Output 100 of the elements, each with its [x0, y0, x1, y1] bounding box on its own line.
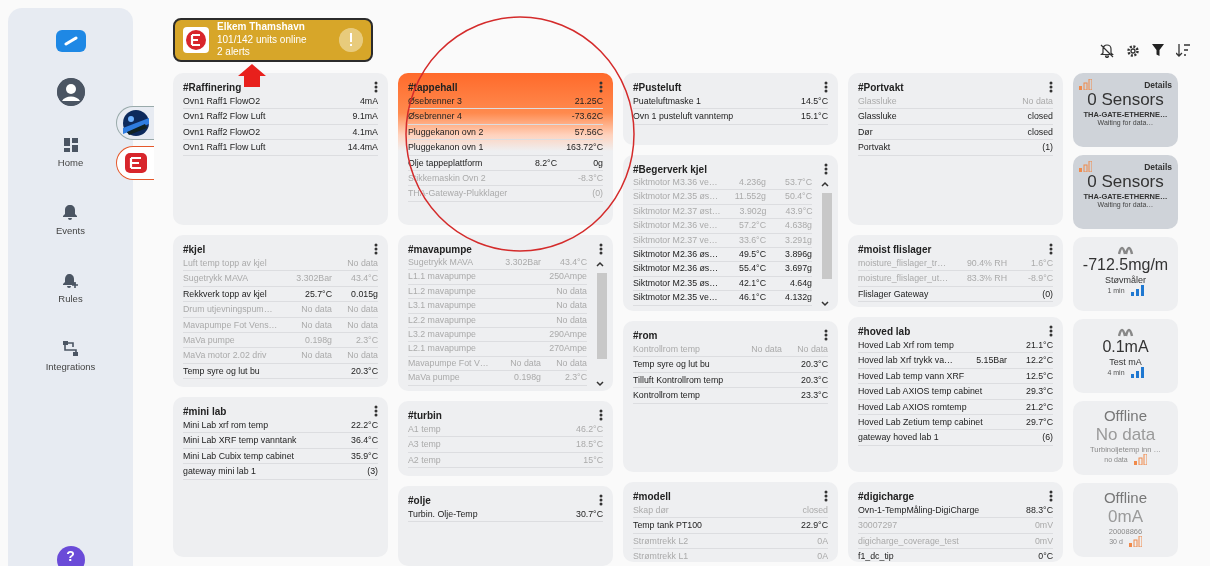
nav-item[interactable]: Home: [57, 138, 84, 168]
card-title: #hoved lab: [858, 325, 911, 337]
more-icon[interactable]: [824, 490, 828, 502]
sensor-count: 0 Sensors: [1087, 90, 1164, 110]
more-icon[interactable]: [599, 81, 603, 93]
scrollbar[interactable]: [597, 273, 607, 359]
more-icon[interactable]: [1049, 325, 1053, 337]
more-icon[interactable]: [599, 409, 603, 421]
details-link[interactable]: Details: [1144, 79, 1172, 90]
details-link[interactable]: Details: [1144, 161, 1172, 172]
app-logo[interactable]: [55, 30, 86, 52]
sensor-value: 0mV: [1033, 534, 1053, 548]
help-button[interactable]: ?: [56, 546, 85, 566]
sensor-name: Sugetrykk MAVA: [408, 256, 475, 269]
sensor-value: No data: [346, 257, 378, 270]
sensor-value: 53.7°C: [784, 176, 812, 189]
card-title: #digicharge: [858, 490, 915, 502]
more-icon[interactable]: [374, 405, 378, 417]
card-title: #olje: [408, 494, 431, 506]
chevron-down-icon[interactable]: [596, 380, 604, 387]
nav-item[interactable]: Events: [55, 205, 85, 236]
sensor-value: 20.3°C: [800, 373, 828, 387]
sensor-value: 2.3°C: [563, 371, 587, 385]
more-icon[interactable]: [824, 81, 828, 93]
sensor-value: 50.4°C: [784, 190, 812, 204]
sensor-name: Temp syre og lut bu: [633, 358, 711, 372]
sensor-value: No data: [796, 343, 828, 356]
sensor-value: 0.198g: [304, 334, 332, 348]
more-icon[interactable]: [1049, 243, 1053, 255]
nav-item[interactable]: Rules: [58, 273, 83, 304]
avatar-icon[interactable]: [56, 78, 85, 106]
sensor-value: 43.4°C: [559, 256, 587, 269]
sensor-name: Støvmåler: [1105, 275, 1146, 285]
units-online: 101/142 units online: [217, 33, 308, 47]
filter-icon[interactable]: [1152, 44, 1164, 57]
sensor-name: Hoved Lab AXIOS temp cabinet: [858, 385, 984, 399]
card-title: #Pusteluft: [633, 81, 682, 93]
sensor-name: Mavapumpe Fot V…: [408, 356, 490, 370]
sensor-name: Mini Lab xrf rom temp: [183, 419, 270, 432]
chevron-up-icon[interactable]: [821, 181, 829, 187]
more-icon[interactable]: [374, 81, 378, 93]
sensor-name: Ovn-1-TempMåling-DigiCharge: [858, 504, 981, 517]
sensor-name: Temp tank PT100: [633, 519, 703, 533]
sensor-value: 4.1mA: [351, 125, 378, 139]
more-icon[interactable]: [374, 243, 378, 255]
sensor-name: L1.2 mavapumpe: [408, 284, 477, 298]
chevron-up-icon[interactable]: [596, 261, 604, 267]
sensor-name: Strømtrekk L2: [633, 534, 690, 548]
sensor-name: L2.2 mavapumpe: [408, 313, 477, 327]
sensor-value: 88.3°C: [1025, 504, 1053, 517]
sensor-name: Puateluftmaske 1: [633, 95, 702, 108]
sensor-value: 57.56C: [573, 125, 603, 139]
card-title: #turbin: [408, 409, 442, 421]
sensor-value: 3.902g: [738, 204, 767, 218]
sensor-value: (1): [1041, 141, 1053, 155]
nav-item[interactable]: Integrations: [45, 341, 96, 372]
sensor-name: Strømtrekk L1: [633, 550, 690, 562]
sensor-name: Rekkverk topp av kjel: [183, 287, 268, 301]
settings-icon[interactable]: [1126, 44, 1140, 58]
sensor-value: -73.62C: [570, 110, 603, 124]
card-title: #moist flislager: [858, 243, 932, 255]
more-icon[interactable]: [824, 163, 828, 175]
more-icon[interactable]: [599, 243, 603, 255]
sensor-name: MaVa pumpe: [183, 334, 236, 348]
sensor-value: 0.015g: [350, 287, 378, 301]
sensor-name: Siktmotor M2.35 øs…: [633, 190, 720, 204]
scrollbar[interactable]: [822, 193, 832, 279]
sensor-value: No data: [555, 313, 587, 327]
sensor-name: Drum utjevningspum…: [183, 303, 274, 317]
alert-count: 2 alerts: [217, 46, 251, 59]
sensor-value: 3.896g: [784, 248, 812, 262]
more-icon[interactable]: [599, 494, 603, 506]
bell-off-icon[interactable]: [1100, 44, 1114, 58]
more-icon[interactable]: [824, 329, 828, 341]
more-icon[interactable]: [1049, 490, 1053, 502]
card-title: #modell: [633, 490, 671, 502]
device-tab[interactable]: [116, 106, 154, 140]
chevron-down-icon[interactable]: [821, 300, 829, 307]
sensor-value: 12.5°C: [1025, 369, 1053, 383]
sensor-value: 4.64g: [789, 276, 812, 290]
sensor-value: 20.3°C: [800, 358, 828, 372]
sensor-name: Portvakt: [858, 141, 892, 155]
sensor-value: 46.1°C: [738, 291, 766, 305]
sensor-name: Øsebrenner 3: [408, 95, 463, 108]
sensor-name: Siktmotor M2.35 ve…: [633, 291, 719, 305]
sensor-value: 21.2°C: [1025, 400, 1053, 414]
sensor-name: gateway hoved lab 1: [858, 431, 940, 445]
sensor-value: 0A: [816, 550, 828, 562]
sensor-value: 46.2°C: [575, 423, 603, 436]
sort-icon[interactable]: [1176, 44, 1190, 57]
sensor-value: 163.72°C: [565, 141, 603, 155]
sensor-value: 57.2°C: [738, 219, 766, 233]
sensor-value: 270Ampe: [549, 342, 587, 356]
sensor-name: Flislager Gateway: [858, 287, 930, 301]
sensor-value: 21.25C: [573, 95, 603, 108]
more-icon[interactable]: [1049, 81, 1053, 93]
sensor-name: 30007297: [858, 519, 899, 533]
sensor-value: 20.3°C: [350, 364, 378, 378]
sensor-name: Glassluke: [858, 95, 898, 108]
sensor-value: 0°C: [1037, 550, 1053, 562]
